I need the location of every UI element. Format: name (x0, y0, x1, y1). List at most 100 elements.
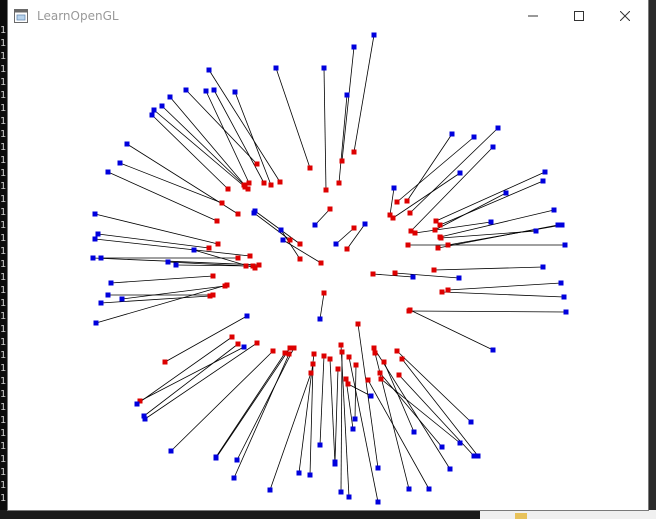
red-point-marker (308, 370, 314, 376)
red-point-marker (297, 256, 303, 262)
red-point-marker (277, 179, 283, 185)
blue-point-marker (142, 416, 148, 422)
maximize-button[interactable] (556, 0, 602, 31)
blue-point-marker (533, 228, 539, 234)
blue-point-marker (244, 313, 250, 319)
console-text-line: 1 (0, 129, 7, 140)
blue-point-marker (95, 231, 101, 237)
minimize-button[interactable] (510, 0, 556, 31)
blue-point-marker (92, 236, 98, 242)
red-point-marker (355, 321, 361, 327)
blue-point-marker (563, 309, 569, 315)
blue-point-marker (362, 221, 368, 227)
blue-point-marker (375, 465, 381, 471)
blue-point-marker (558, 280, 564, 286)
line-segment (408, 310, 567, 313)
line-segment (136, 336, 233, 405)
line-segment (447, 282, 562, 291)
close-icon (619, 6, 631, 25)
red-point-marker (387, 212, 393, 218)
line-segment (396, 350, 472, 423)
console-text-line: 1 (0, 25, 7, 36)
red-point-marker (377, 370, 383, 376)
console-text-line: 1 (0, 64, 7, 75)
red-point-marker (235, 255, 241, 261)
line-segment (275, 67, 311, 169)
background-window-edge (648, 0, 656, 519)
blue-point-marker (280, 237, 286, 243)
line-segment (406, 133, 453, 202)
line-segment (401, 358, 479, 457)
blue-point-marker (213, 455, 219, 461)
blue-point-marker (173, 262, 179, 268)
line-segment (409, 309, 494, 351)
blue-point-marker (124, 141, 130, 147)
title-bar[interactable]: LearnOpenGL (8, 0, 648, 31)
blue-point-marker (495, 125, 501, 131)
red-point-marker (210, 273, 216, 279)
line-segment (170, 350, 274, 452)
line-segment (143, 343, 239, 417)
blue-point-marker (98, 255, 104, 261)
blue-point-marker (333, 241, 339, 247)
red-point-marker (371, 345, 377, 351)
red-point-marker (343, 376, 349, 382)
console-text-line: 1 (0, 285, 7, 296)
line-segment (398, 374, 475, 457)
line-segment (335, 227, 355, 245)
red-point-marker (351, 225, 357, 231)
application-window-icon[interactable] (14, 8, 28, 23)
blue-point-marker (151, 107, 157, 113)
blue-point-marker (149, 112, 155, 118)
line-segment (319, 355, 325, 446)
line-segment (340, 351, 343, 493)
red-point-marker (394, 348, 400, 354)
blue-point-marker (267, 487, 273, 493)
folder-icon (515, 513, 527, 519)
console-text-line: 1 (0, 90, 7, 101)
red-point-marker (235, 341, 241, 347)
red-point-marker (252, 265, 258, 271)
console-text-line: 1 (0, 51, 7, 62)
blue-point-marker (317, 316, 323, 322)
red-point-marker (286, 351, 292, 357)
red-point-marker (336, 180, 342, 186)
red-point-marker (399, 356, 405, 362)
red-point-marker (323, 187, 329, 193)
blue-point-marker (108, 280, 114, 286)
opengl-viewport[interactable] (8, 31, 648, 510)
red-point-marker (392, 270, 398, 276)
console-text-line: 1 (0, 38, 7, 49)
minimize-icon (528, 6, 538, 25)
blue-point-marker (344, 92, 350, 98)
blue-point-marker (307, 472, 313, 478)
red-point-marker (321, 290, 327, 296)
blue-point-marker (447, 466, 453, 472)
line-segment (439, 180, 544, 226)
blue-point-marker (410, 274, 416, 280)
red-point-marker (214, 218, 220, 224)
blue-point-marker (468, 419, 474, 425)
red-point-marker (339, 158, 345, 164)
console-text-line: 1 (0, 467, 7, 478)
red-point-marker (242, 184, 248, 190)
line-segment (175, 264, 254, 267)
red-point-marker (243, 263, 249, 269)
close-button[interactable] (602, 0, 648, 31)
line-segment (334, 368, 339, 463)
line-segment (389, 187, 395, 216)
blue-point-marker (449, 131, 455, 137)
red-point-marker (335, 366, 341, 372)
console-text-line: 1 (0, 155, 7, 166)
line-segment (340, 344, 350, 498)
line-segment (409, 127, 499, 214)
blue-point-marker (351, 44, 357, 50)
line-segment (100, 295, 211, 304)
screen: 1 1 1 1 1 1 1 1 1 1 1 1 1 1 1 1 1 1 1 1 1 1 1 1 1 1 1 1 1 1 1 1 1 1 1 1 1 Le… (0, 0, 656, 519)
blue-point-marker (278, 227, 284, 233)
line-segment (319, 292, 325, 320)
red-point-marker (346, 354, 352, 360)
console-text-line: 1 (0, 207, 7, 218)
console-text-line: 1 (0, 77, 7, 88)
app-window: LearnOpenGL (8, 0, 648, 510)
